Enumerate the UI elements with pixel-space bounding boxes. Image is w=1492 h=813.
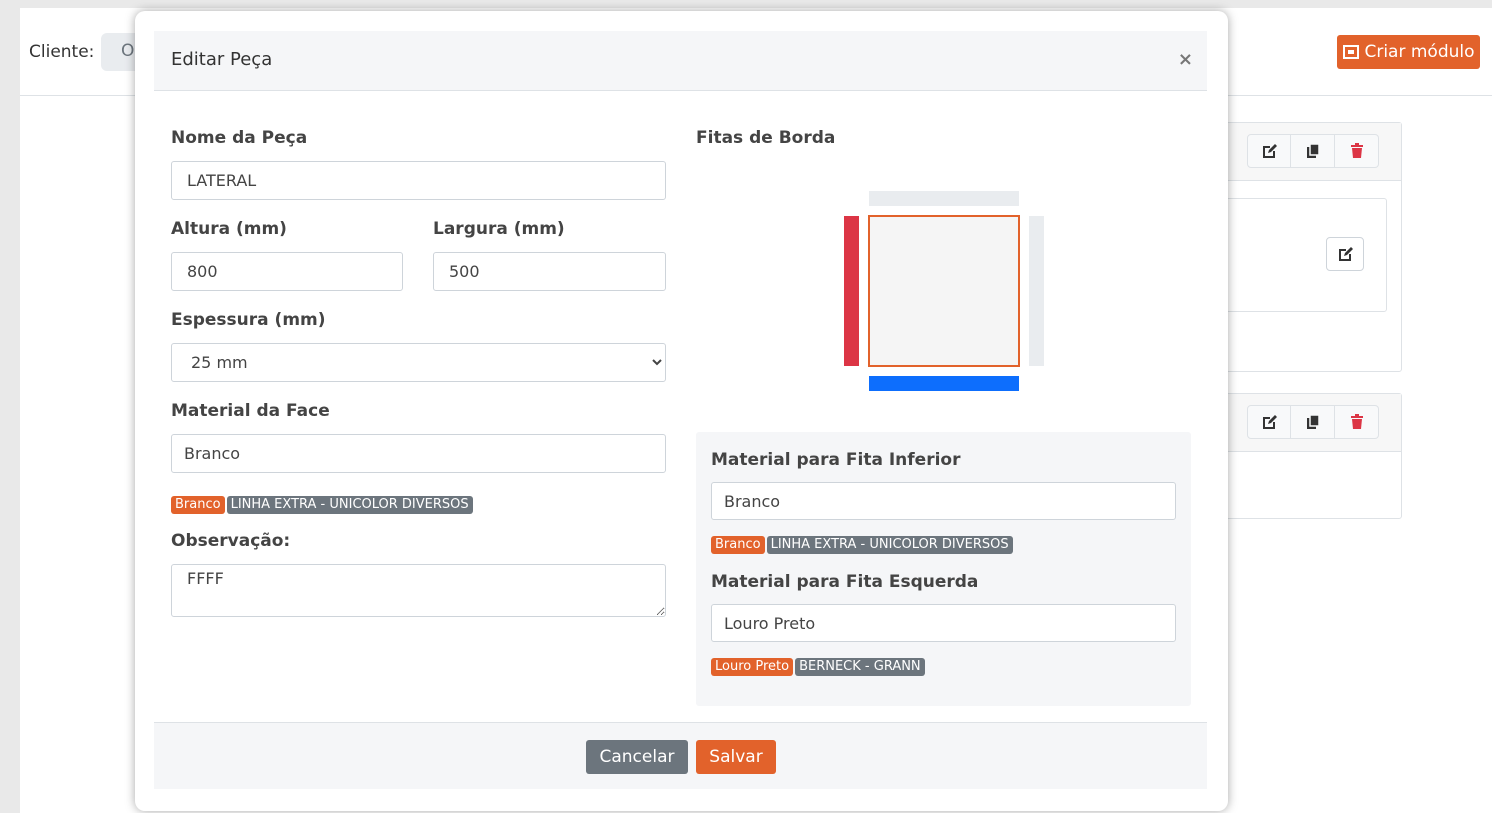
edge-top[interactable] [869,191,1019,206]
fita-esquerda-badges: Louro Preto BERNECK - GRANN [711,655,927,676]
material-badge: Louro Preto [711,658,794,676]
edge-left[interactable] [844,216,859,366]
edit-icon [1339,247,1353,261]
cancel-button[interactable]: Cancelar [586,740,688,774]
edit-piece-button[interactable] [1326,237,1364,271]
observacao-textarea[interactable]: FFFF [171,564,666,617]
edit-piece-modal: Editar Peça × Nome da Peça Altura (mm) L… [135,11,1228,811]
espessura-select[interactable]: 25 mm [171,343,666,382]
module-icon [1343,45,1360,59]
material-face-label: Material da Face [171,401,330,421]
criar-modulo-label: Criar módulo [1364,42,1475,62]
line-badge: LINHA EXTRA - UNICOLOR DIVERSOS [226,496,473,514]
modal-header: Editar Peça × [154,31,1207,91]
fitas-label: Fitas de Borda [696,128,836,148]
material-badge: Branco [711,536,765,554]
modal-title: Editar Peça [171,49,273,70]
edit-module-button[interactable] [1247,405,1291,439]
save-button[interactable]: Salvar [696,740,776,774]
trash-icon [1350,414,1363,429]
piece-face [868,215,1020,367]
material-face-badges: Branco LINHA EXTRA - UNICOLOR DIVERSOS [171,493,475,514]
espessura-label: Espessura (mm) [171,310,326,330]
line-badge: BERNECK - GRANN [795,658,925,676]
observacao-label: Observação: [171,531,291,551]
fita-esquerda-label: Material para Fita Esquerda [711,572,979,592]
close-button[interactable]: × [1178,49,1193,70]
nome-input[interactable] [171,161,666,200]
edit-icon [1263,144,1277,158]
trash-icon [1350,143,1363,158]
largura-label: Largura (mm) [433,219,565,239]
edge-bottom[interactable] [869,376,1019,391]
largura-input[interactable] [433,252,666,291]
line-badge: LINHA EXTRA - UNICOLOR DIVERSOS [766,536,1013,554]
fita-inferior-label: Material para Fita Inferior [711,450,961,470]
altura-label: Altura (mm) [171,219,287,239]
material-face-input[interactable] [171,434,666,473]
edge-band-diagram [844,191,1044,391]
copy-icon [1306,414,1320,429]
copy-module-button[interactable] [1291,405,1335,439]
copy-module-button[interactable] [1291,134,1335,168]
delete-module-button[interactable] [1335,405,1379,439]
delete-module-button[interactable] [1335,134,1379,168]
nome-label: Nome da Peça [171,128,308,148]
material-badge: Branco [171,496,225,514]
fita-inferior-badges: Branco LINHA EXTRA - UNICOLOR DIVERSOS [711,533,1015,554]
edit-icon [1263,415,1277,429]
edit-module-button[interactable] [1247,134,1291,168]
modal-footer: Cancelar Salvar [154,722,1207,789]
copy-icon [1306,143,1320,158]
fita-esquerda-input[interactable] [711,604,1176,642]
fita-inferior-input[interactable] [711,482,1176,520]
altura-input[interactable] [171,252,403,291]
cliente-label: Cliente: [29,42,95,62]
edge-material-panel: Material para Fita Inferior BrancoLINHA … [696,432,1191,706]
criar-modulo-button[interactable]: Criar módulo [1337,35,1480,69]
edge-right[interactable] [1029,216,1044,366]
